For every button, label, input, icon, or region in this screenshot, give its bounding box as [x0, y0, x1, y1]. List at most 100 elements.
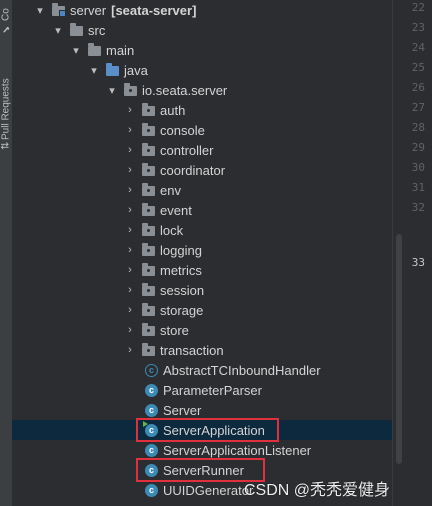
line-number: 31 — [411, 181, 425, 194]
line-number: 26 — [411, 81, 425, 94]
class-label: ParameterParser — [163, 382, 262, 398]
chevron-right-icon[interactable]: › — [124, 120, 136, 140]
package-icon — [142, 323, 155, 336]
line-number: 32 — [411, 201, 425, 214]
subpackage-label: session — [160, 282, 205, 298]
abstract-class-icon: c — [145, 363, 158, 377]
chevron-down-icon[interactable]: ▾ — [106, 80, 118, 100]
chevron-down-icon[interactable]: ▾ — [70, 40, 82, 60]
class-label: ServerApplicationListener — [163, 442, 312, 458]
tree-row-main[interactable]: ▾ main — [12, 40, 392, 60]
package-icon — [142, 223, 155, 236]
folder-icon — [70, 23, 83, 36]
tree-row-package[interactable]: ▾ io.seata.server — [12, 80, 392, 100]
pull-request-icon: ⇅ — [0, 141, 12, 150]
subpackage-label: env — [160, 182, 181, 198]
line-number: 22 — [411, 1, 425, 14]
subpackage-label: coordinator — [160, 162, 226, 178]
package-icon — [142, 103, 155, 116]
tree-row-subpackage[interactable]: › metrics — [12, 260, 392, 280]
chevron-down-icon[interactable]: ▾ — [34, 0, 46, 20]
chevron-right-icon[interactable]: › — [124, 100, 136, 120]
chevron-right-icon[interactable]: › — [124, 280, 136, 300]
subpackage-label: store — [160, 322, 189, 338]
chevron-right-icon[interactable]: › — [124, 160, 136, 180]
package-label: io.seata.server — [142, 82, 228, 98]
tree-row-subpackage[interactable]: › store — [12, 320, 392, 340]
project-tree[interactable]: ▾ server [seata-server] ▾ src ▾ main ▾ j… — [12, 0, 392, 506]
chevron-right-icon[interactable]: › — [124, 140, 136, 160]
tree-row-class[interactable]: c AbstractTCInboundHandler — [12, 360, 392, 380]
chevron-down-icon[interactable]: ▾ — [88, 60, 100, 80]
package-icon — [142, 283, 155, 296]
chevron-right-icon[interactable]: › — [124, 320, 136, 340]
subpackage-label: lock — [160, 222, 184, 238]
package-icon — [124, 83, 137, 96]
package-icon — [142, 163, 155, 176]
tree-row-subpackage[interactable]: › controller — [12, 140, 392, 160]
folder-icon — [88, 43, 101, 56]
tree-row-class[interactable]: c ServerApplicationListener — [12, 440, 392, 460]
line-number: 23 — [411, 21, 425, 34]
tree-row-subpackage[interactable]: › lock — [12, 220, 392, 240]
class-label: UUIDGenerator — [163, 482, 254, 498]
line-number: 27 — [411, 101, 425, 114]
tree-row-subpackage[interactable]: › logging — [12, 240, 392, 260]
tree-row-subpackage[interactable]: › auth — [12, 100, 392, 120]
class-icon: c — [145, 403, 158, 417]
tree-row-class[interactable]: c Server — [12, 400, 392, 420]
chevron-right-icon[interactable]: › — [124, 340, 136, 360]
subpackage-label: console — [160, 122, 205, 138]
tree-row-src[interactable]: ▾ src — [12, 20, 392, 40]
scrollbar-thumb[interactable] — [396, 234, 402, 464]
package-icon — [142, 203, 155, 216]
tree-row-subpackage[interactable]: › coordinator — [12, 160, 392, 180]
subpackage-label: controller — [160, 142, 214, 158]
package-icon — [142, 183, 155, 196]
tree-row-class[interactable]: c ParameterParser — [12, 380, 392, 400]
subpackage-label: logging — [160, 242, 202, 258]
tree-row-java[interactable]: ▾ java — [12, 60, 392, 80]
line-number: 25 — [411, 61, 425, 74]
tree-row-subpackage[interactable]: › console — [12, 120, 392, 140]
class-label: Server — [163, 402, 202, 418]
line-number: 29 — [411, 141, 425, 154]
package-icon — [142, 263, 155, 276]
tree-row-server-module[interactable]: ▾ server [seata-server] — [12, 0, 392, 20]
subpackage-label: metrics — [160, 262, 202, 278]
subpackage-label: storage — [160, 302, 204, 318]
chevron-right-icon[interactable]: › — [124, 260, 136, 280]
package-icon — [142, 123, 155, 136]
folder-label: main — [106, 42, 135, 58]
package-icon — [142, 243, 155, 256]
chevron-right-icon[interactable]: › — [124, 240, 136, 260]
line-number: 30 — [411, 161, 425, 174]
tree-row-subpackage[interactable]: › env — [12, 180, 392, 200]
current-line-number: 33 — [411, 256, 425, 269]
chevron-right-icon[interactable]: › — [124, 180, 136, 200]
commit-tab-label: Co — [0, 8, 12, 21]
chevron-right-icon[interactable]: › — [124, 220, 136, 240]
highlight-box-server-application — [136, 418, 279, 442]
pull-requests-tool-tab[interactable]: ⇅ Pull Requests — [0, 52, 12, 150]
subpackage-label: transaction — [160, 342, 224, 358]
module-name: server — [70, 2, 107, 18]
module-folder-icon — [52, 3, 66, 17]
subpackage-label: event — [160, 202, 192, 218]
chevron-right-icon[interactable]: › — [124, 200, 136, 220]
folder-label: src — [88, 22, 106, 38]
tree-row-subpackage[interactable]: › event — [12, 200, 392, 220]
watermark: CSDN @秃秃爱健身 — [244, 482, 391, 499]
package-icon — [142, 143, 155, 156]
tree-row-subpackage[interactable]: › storage — [12, 300, 392, 320]
chevron-down-icon[interactable]: ▾ — [52, 20, 64, 40]
line-number: 28 — [411, 121, 425, 134]
package-icon — [142, 303, 155, 316]
tree-row-subpackage[interactable]: › session — [12, 280, 392, 300]
editor-line-gutter: 22 23 24 25 26 27 28 29 30 31 32 33 — [392, 0, 432, 506]
commit-icon: ✔ — [0, 23, 12, 34]
class-icon: c — [145, 483, 158, 497]
chevron-right-icon[interactable]: › — [124, 300, 136, 320]
commit-tool-tab[interactable]: ✔ Co — [0, 0, 12, 34]
tree-row-subpackage[interactable]: › transaction — [12, 340, 392, 360]
